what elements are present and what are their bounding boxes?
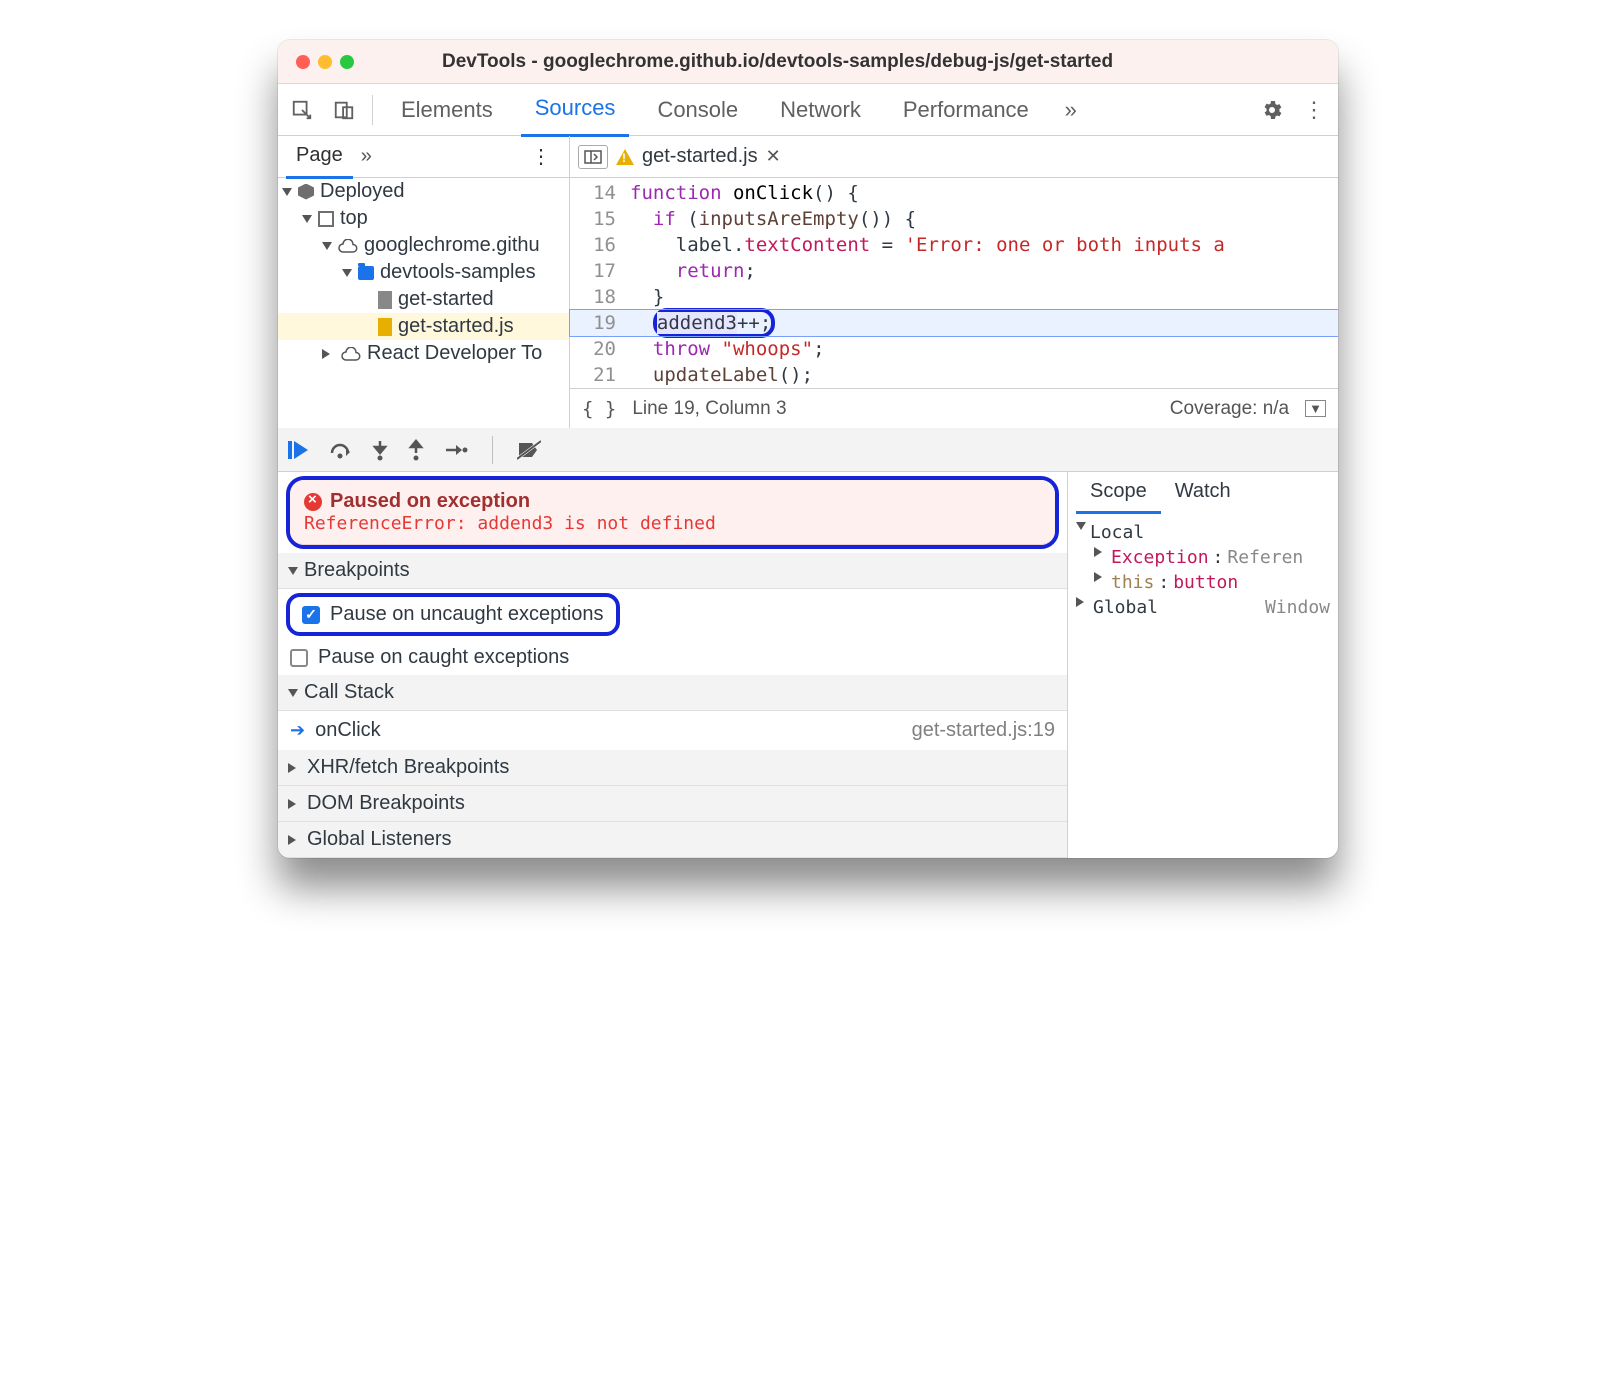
coverage-label: Coverage: n/a xyxy=(1170,398,1289,420)
navigator-more-icon[interactable]: » xyxy=(353,145,380,168)
pause-uncaught-checkbox[interactable] xyxy=(302,606,320,624)
cursor-position: Line 19, Column 3 xyxy=(632,398,786,420)
tree-ext[interactable]: React Developer To xyxy=(367,342,542,365)
tab-console[interactable]: Console xyxy=(643,84,752,136)
step-over-icon[interactable] xyxy=(328,440,352,460)
deactivate-breakpoints-icon[interactable] xyxy=(517,440,541,460)
scope-global[interactable]: Global xyxy=(1093,597,1158,618)
device-toolbar-icon[interactable] xyxy=(330,96,358,124)
pause-caught-checkbox[interactable] xyxy=(290,649,308,667)
format-icon[interactable]: { } xyxy=(582,398,616,420)
annotation-identifier: addend3++; xyxy=(653,308,775,338)
breakpoints-header[interactable]: Breakpoints xyxy=(278,553,1067,589)
tab-performance[interactable]: Performance xyxy=(889,84,1043,136)
navigator-tab-page[interactable]: Page xyxy=(286,134,353,179)
tab-elements[interactable]: Elements xyxy=(387,84,507,136)
xhr-breakpoints-header[interactable]: XHR/fetch Breakpoints xyxy=(278,750,1067,786)
annotation-uncaught-checkbox: Pause on uncaught exceptions xyxy=(286,593,620,636)
resume-icon[interactable] xyxy=(288,439,308,461)
annotation-paused-box: Paused on exception ReferenceError: adde… xyxy=(286,476,1059,549)
titlebar: DevTools - googlechrome.github.io/devtoo… xyxy=(278,40,1338,84)
warning-icon xyxy=(616,149,634,165)
scope-tab[interactable]: Scope xyxy=(1076,472,1161,514)
drawer-toggle-icon[interactable]: ▼ xyxy=(1305,400,1326,417)
paused-message: ReferenceError: addend3 is not defined xyxy=(304,513,1041,534)
scope-panel: Local Exception: Referen this: button Gl… xyxy=(1068,514,1338,626)
navigator-tabs: Page » ⋮ xyxy=(278,136,569,178)
tab-sources[interactable]: Sources xyxy=(521,82,630,137)
step-into-icon[interactable] xyxy=(372,439,388,461)
watch-tab[interactable]: Watch xyxy=(1161,472,1245,514)
tree-deployed[interactable]: Deployed xyxy=(320,180,405,203)
maximize-button[interactable] xyxy=(340,55,354,69)
current-frame-icon: ➔ xyxy=(290,720,305,741)
scope-local[interactable]: Local xyxy=(1090,522,1144,543)
tree-origin[interactable]: googlechrome.githu xyxy=(364,234,540,257)
navigator-kebab-icon[interactable]: ⋮ xyxy=(521,144,561,169)
code-editor[interactable]: 14function onClick() { 15 if (inputsAreE… xyxy=(570,178,1338,388)
dom-breakpoints-header[interactable]: DOM Breakpoints xyxy=(278,786,1067,822)
tree-top[interactable]: top xyxy=(340,207,368,230)
error-icon xyxy=(304,493,322,511)
step-icon[interactable] xyxy=(444,442,468,458)
frame-location[interactable]: get-started.js:19 xyxy=(912,719,1055,742)
close-button[interactable] xyxy=(296,55,310,69)
paused-title: Paused on exception xyxy=(304,490,1041,513)
global-listeners-header[interactable]: Global Listeners xyxy=(278,822,1067,858)
step-out-icon[interactable] xyxy=(408,439,424,461)
kebab-menu-icon[interactable]: ⋮ xyxy=(1300,96,1328,124)
file-tree[interactable]: Deployed top googlechrome.githu devtools… xyxy=(278,178,570,428)
more-tabs-icon[interactable]: » xyxy=(1057,96,1085,124)
window-title: DevTools - googlechrome.github.io/devtoo… xyxy=(442,51,1113,73)
settings-icon[interactable] xyxy=(1258,96,1286,124)
tree-file2[interactable]: get-started.js xyxy=(398,315,514,338)
tab-network[interactable]: Network xyxy=(766,84,875,136)
callstack-header[interactable]: Call Stack xyxy=(278,675,1067,711)
editor-nav-icon[interactable] xyxy=(578,145,608,169)
tree-file1[interactable]: get-started xyxy=(398,288,494,311)
pause-caught-label: Pause on caught exceptions xyxy=(318,646,569,669)
callstack-frame[interactable]: ➔ onClick get-started.js:19 xyxy=(278,711,1067,750)
pause-uncaught-label: Pause on uncaught exceptions xyxy=(330,603,604,626)
tree-folder[interactable]: devtools-samples xyxy=(380,261,536,284)
minimize-button[interactable] xyxy=(318,55,332,69)
close-tab-icon[interactable]: ✕ xyxy=(766,146,781,167)
editor-tab-name[interactable]: get-started.js xyxy=(642,145,758,168)
inspect-icon[interactable] xyxy=(288,96,316,124)
